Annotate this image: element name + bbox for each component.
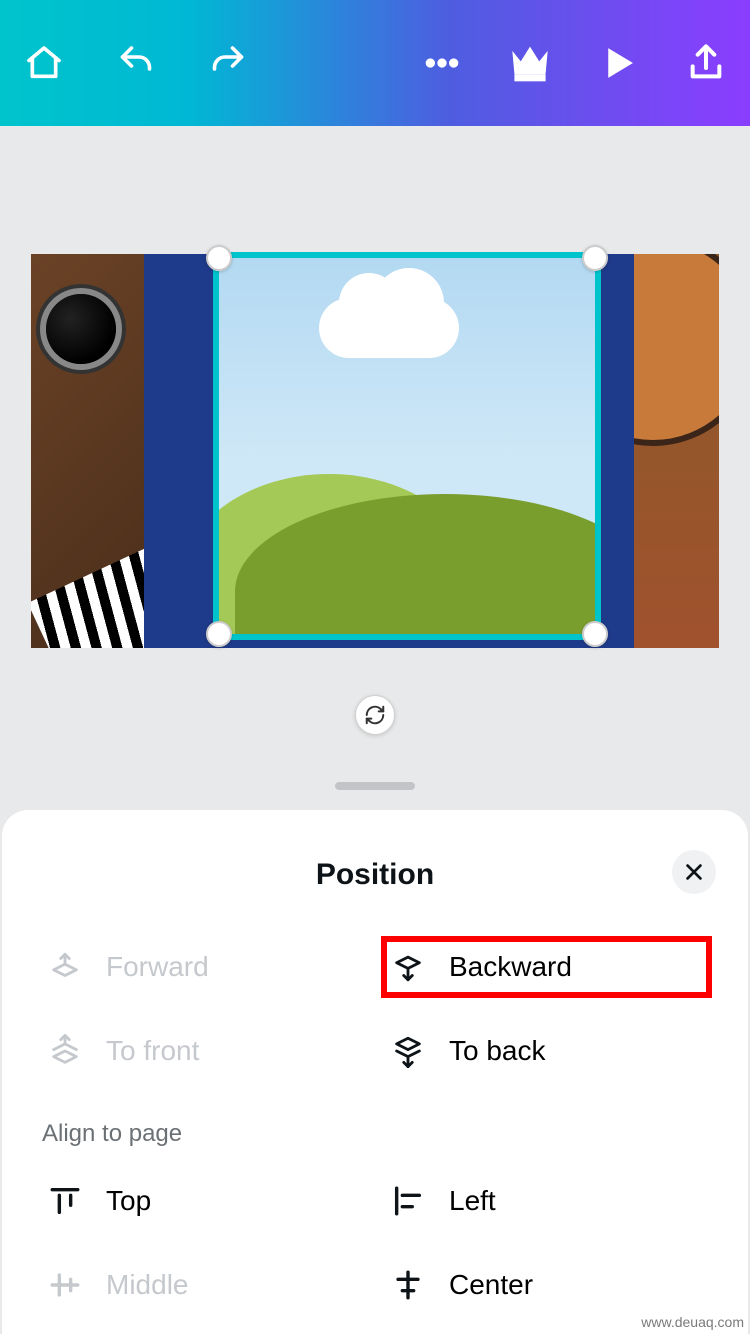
option-label: Center [449, 1269, 533, 1301]
toolbar-right-group [418, 39, 730, 87]
home-icon [24, 43, 64, 83]
align-left-icon [389, 1184, 427, 1218]
watermark: www.deuaq.com [641, 1314, 744, 1330]
top-toolbar [0, 0, 750, 126]
redo-icon [206, 45, 250, 81]
forward-option: Forward [42, 940, 365, 994]
undo-icon [114, 45, 158, 81]
align-center-option[interactable]: Center [385, 1258, 708, 1312]
layering-options: Forward Backward To front To back [42, 940, 708, 1078]
option-label: To back [449, 1035, 546, 1067]
landscape-image [219, 258, 595, 634]
to-back-option[interactable]: To back [385, 1024, 708, 1078]
option-label: To front [106, 1035, 199, 1067]
premium-button[interactable] [506, 39, 554, 87]
cloud-shape [319, 298, 459, 358]
home-button[interactable] [20, 39, 68, 87]
share-icon [686, 43, 726, 83]
undo-button[interactable] [112, 39, 160, 87]
align-center-icon [389, 1268, 427, 1302]
redo-button[interactable] [204, 39, 252, 87]
layer-to-back-icon [389, 1034, 427, 1068]
rotate-icon [364, 704, 386, 726]
align-middle-icon [46, 1268, 84, 1302]
more-button[interactable] [418, 39, 466, 87]
resize-handle-br[interactable] [582, 621, 608, 647]
resize-handle-tr[interactable] [582, 245, 608, 271]
align-middle-option: Middle [42, 1258, 365, 1312]
align-left-option[interactable]: Left [385, 1174, 708, 1228]
resize-handle-tl[interactable] [206, 245, 232, 271]
play-icon [600, 45, 636, 81]
option-label: Left [449, 1185, 496, 1217]
rotate-button[interactable] [355, 695, 395, 735]
layer-forward-icon [46, 950, 84, 984]
selected-element[interactable] [213, 252, 601, 640]
panel-title: Position [316, 858, 434, 892]
design-canvas[interactable] [31, 254, 719, 648]
align-top-icon [46, 1184, 84, 1218]
align-section-label: Align to page [42, 1120, 708, 1148]
layer-to-front-icon [46, 1034, 84, 1068]
position-panel: Position Forward Backward To front [2, 810, 748, 1334]
option-label: Backward [449, 951, 572, 983]
more-icon [422, 43, 462, 83]
option-label: Top [106, 1185, 151, 1217]
panel-drag-handle[interactable] [335, 782, 415, 790]
backward-option[interactable]: Backward [385, 940, 708, 994]
play-button[interactable] [594, 39, 642, 87]
bg-slice-right [634, 254, 719, 648]
close-icon [683, 861, 705, 883]
panel-header: Position [42, 850, 708, 900]
resize-handle-bl[interactable] [206, 621, 232, 647]
close-panel-button[interactable] [672, 850, 716, 894]
option-label: Forward [106, 951, 209, 983]
align-options: Top Left Middle Center [42, 1174, 708, 1312]
option-label: Middle [106, 1269, 188, 1301]
layer-backward-icon [389, 950, 427, 984]
share-button[interactable] [682, 39, 730, 87]
crown-icon [508, 41, 552, 85]
align-top-option[interactable]: Top [42, 1174, 365, 1228]
bg-slice-left [31, 254, 144, 648]
toolbar-left-group [20, 39, 252, 87]
to-front-option: To front [42, 1024, 365, 1078]
